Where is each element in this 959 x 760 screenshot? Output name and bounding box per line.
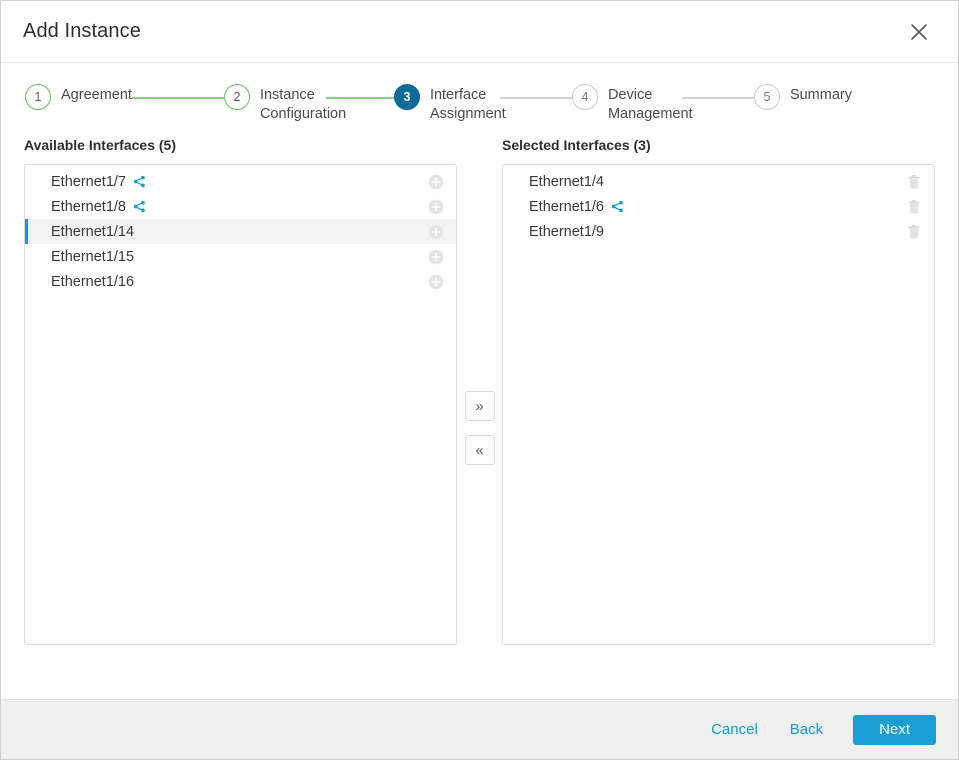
list-item[interactable]: Ethernet1/14 bbox=[25, 219, 456, 244]
step-number-1[interactable]: 1 bbox=[25, 84, 51, 110]
interface-name: Ethernet1/6 bbox=[529, 198, 604, 215]
stepper-step-3[interactable]: 3 Interface Assignment bbox=[393, 83, 542, 124]
add-interface-icon[interactable] bbox=[428, 249, 444, 265]
list-item[interactable]: Ethernet1/8 bbox=[25, 194, 456, 219]
add-interface-icon[interactable] bbox=[428, 274, 444, 290]
back-button[interactable]: Back bbox=[774, 713, 839, 746]
stepper-step-1[interactable]: 1 Agreement bbox=[25, 83, 132, 110]
list-item[interactable]: Ethernet1/6 bbox=[503, 194, 934, 219]
available-interfaces-title: Available Interfaces (5) bbox=[24, 137, 176, 153]
interface-name: Ethernet1/15 bbox=[51, 248, 135, 265]
add-interface-icon[interactable] bbox=[428, 199, 444, 215]
move-left-button[interactable]: « bbox=[464, 435, 495, 465]
step-number-5[interactable]: 5 bbox=[753, 84, 780, 110]
step-number-3[interactable]: 3 bbox=[393, 84, 420, 110]
list-item[interactable]: Ethernet1/16 bbox=[25, 269, 456, 294]
list-item[interactable]: Ethernet1/15 bbox=[25, 244, 456, 269]
wizard-stepper: 1 Agreement 2 Instance Configuration 3 I… bbox=[1, 63, 958, 137]
delete-interface-icon[interactable] bbox=[906, 174, 922, 190]
add-interface-icon[interactable] bbox=[428, 174, 444, 190]
step-label-agreement[interactable]: Agreement bbox=[61, 83, 132, 105]
interface-name: Ethernet1/9 bbox=[529, 223, 604, 240]
step-connector-1-2 bbox=[131, 97, 224, 99]
delete-interface-icon[interactable] bbox=[906, 224, 922, 240]
list-item[interactable]: Ethernet1/7 bbox=[25, 169, 456, 194]
step-connector-3-4 bbox=[499, 97, 572, 99]
add-interface-icon[interactable] bbox=[428, 224, 444, 240]
available-interfaces-pane: Available Interfaces (5) Ethernet1/7 Ethe… bbox=[24, 137, 457, 699]
delete-interface-icon[interactable] bbox=[906, 199, 922, 215]
step-number-4[interactable]: 4 bbox=[571, 84, 598, 110]
stepper-step-5[interactable]: 5 Summary bbox=[753, 83, 852, 110]
available-interfaces-list[interactable]: Ethernet1/7 Ethernet1/8 Ethernet1/14 Ethern… bbox=[24, 164, 457, 645]
share-icon bbox=[133, 200, 146, 213]
close-icon[interactable] bbox=[902, 15, 936, 49]
stepper-step-4[interactable]: 4 Device Management bbox=[571, 83, 720, 124]
share-icon bbox=[133, 175, 146, 188]
cancel-button[interactable]: Cancel bbox=[695, 713, 774, 746]
step-label-device-management[interactable]: Device Management bbox=[608, 83, 720, 124]
step-connector-2-3 bbox=[325, 97, 394, 99]
move-right-button[interactable]: » bbox=[464, 391, 495, 421]
step-label-instance-configuration[interactable]: Instance Configuration bbox=[260, 83, 372, 124]
page-title: Add Instance bbox=[23, 20, 141, 42]
selected-interfaces-list[interactable]: Ethernet1/4 Ethernet1/6 Ethernet1/9 bbox=[502, 164, 935, 645]
interface-assignment-body: Available Interfaces (5) Ethernet1/7 Ethe… bbox=[1, 137, 958, 699]
share-icon bbox=[611, 200, 624, 213]
interface-name: Ethernet1/4 bbox=[529, 173, 604, 190]
next-button[interactable]: Next bbox=[853, 714, 936, 745]
dialog-footer: Cancel Back Next bbox=[1, 699, 958, 759]
transfer-controls: » « bbox=[457, 137, 502, 699]
interface-name: Ethernet1/8 bbox=[51, 198, 126, 215]
step-label-interface-assignment[interactable]: Interface Assignment bbox=[430, 83, 542, 124]
dialog-header: Add Instance bbox=[1, 1, 958, 63]
step-number-2[interactable]: 2 bbox=[223, 84, 250, 110]
interface-name: Ethernet1/16 bbox=[51, 273, 135, 290]
list-item[interactable]: Ethernet1/9 bbox=[503, 219, 934, 244]
interface-name: Ethernet1/7 bbox=[51, 173, 126, 190]
add-instance-dialog: Add Instance 1 Agreement 2 Instance Conf… bbox=[0, 0, 959, 760]
list-item[interactable]: Ethernet1/4 bbox=[503, 169, 934, 194]
interface-name: Ethernet1/14 bbox=[51, 223, 135, 240]
stepper-step-2[interactable]: 2 Instance Configuration bbox=[223, 83, 372, 124]
selected-interfaces-title: Selected Interfaces (3) bbox=[502, 137, 651, 153]
selected-interfaces-pane: Selected Interfaces (3) Ethernet1/4 Ether… bbox=[502, 137, 935, 699]
step-connector-4-5 bbox=[681, 97, 754, 99]
step-label-summary[interactable]: Summary bbox=[790, 83, 852, 105]
